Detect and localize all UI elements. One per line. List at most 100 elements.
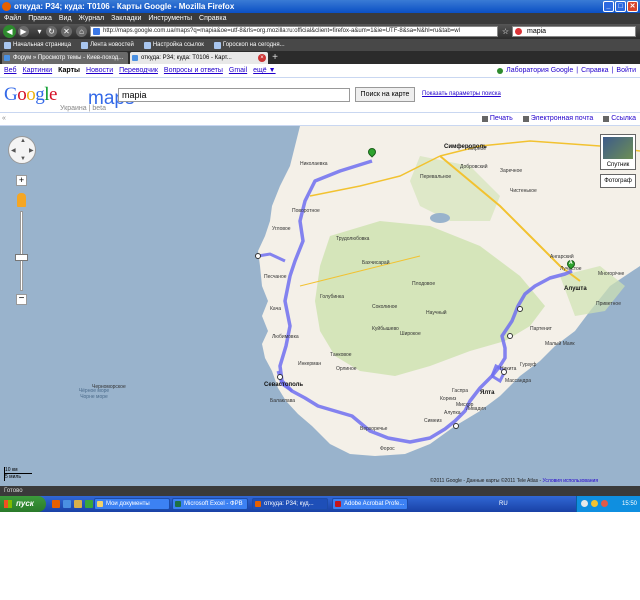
place-label[interactable]: Добровский [460,164,488,170]
place-label[interactable]: Голубинка [320,294,344,300]
bookmark-home[interactable]: Начальная страница [4,39,71,51]
photos-toggle-button[interactable]: Фотограф [600,174,636,188]
place-label[interactable]: Угловое [272,226,291,232]
place-label[interactable]: Куйбышево [372,326,399,332]
minimize-button[interactable]: _ [603,1,614,12]
forward-button[interactable]: ▶ [18,26,29,37]
place-label[interactable]: Николаевка [300,161,328,167]
link-link[interactable]: Ссылка [603,113,636,125]
route-end-marker[interactable]: A [565,258,577,272]
google-maps-logo[interactable]: Google [4,84,57,106]
pan-down-icon[interactable]: ▼ [20,156,26,162]
tab-maps[interactable]: откуда: Р34; куда: Т0106 - Карт... × [130,52,268,64]
place-label[interactable]: Балаклава [270,398,295,404]
browser-search-box[interactable]: mapia [512,26,636,37]
maps-search-input[interactable]: mapia [118,88,350,102]
place-label[interactable]: Соколиное [372,304,397,310]
volume-icon[interactable] [591,500,598,507]
gbar-translate[interactable]: Переводчик [119,64,158,78]
zoom-out-button[interactable]: − [16,294,27,305]
security-icon[interactable] [601,500,608,507]
search-options-link[interactable]: Показать параметры поиска [422,91,501,97]
place-label[interactable]: Кореиз [440,396,456,402]
gbar-help[interactable]: Справка [581,64,608,78]
taskbar-item-firefox[interactable]: откуда: Р34; куд... [252,498,328,510]
tab-close-icon[interactable]: × [258,54,266,62]
place-label[interactable]: Перевальное [420,174,451,180]
place-label[interactable]: Алушта [564,286,587,292]
ie-quicklaunch-icon[interactable] [63,500,71,508]
place-label[interactable]: Партенит [530,326,552,332]
pan-left-icon[interactable]: ◀ [11,147,16,154]
new-tab-button[interactable]: + [270,53,280,63]
pan-right-icon[interactable]: ▶ [29,147,34,154]
place-label[interactable]: Форос [380,446,395,452]
gbar-news[interactable]: Новости [86,64,113,78]
place-label[interactable]: Гаспра [452,388,468,394]
print-link[interactable]: Печать [481,113,513,125]
place-label[interactable]: Севастополь [264,382,303,388]
desktop-quicklaunch-icon[interactable] [74,500,82,508]
email-link[interactable]: Электронная почта [522,113,593,125]
place-label[interactable]: Малый Маяк [545,341,575,347]
zoom-slider-handle[interactable] [15,254,28,261]
place-label[interactable]: Гурзуф [520,362,536,368]
place-label[interactable]: Верхоречье [360,426,387,432]
place-label[interactable]: Поворотное [292,208,320,214]
place-label[interactable]: Ливадия [466,406,486,412]
place-label[interactable]: Приветное [596,301,621,307]
place-label[interactable]: Орлиное [336,366,357,372]
bookmark-horoscope[interactable]: Гороскоп на сегодня... [213,39,285,51]
menu-view[interactable]: Вид [59,13,72,24]
map-canvas[interactable]: Симферополь Севастополь Бахчисарай Ялта … [0,126,640,486]
place-label[interactable]: Никита [500,366,516,372]
place-label[interactable]: Многорічне [598,271,624,277]
gbar-login[interactable]: Войти [616,64,636,78]
place-label[interactable]: Широкое [400,331,421,337]
terms-link[interactable]: Условия использования [543,478,599,484]
gbar-web[interactable]: Веб [4,64,17,78]
gbar-gmail[interactable]: Gmail [229,64,247,78]
menu-file[interactable]: Файл [4,13,21,24]
place-label[interactable]: Алупка [444,410,461,416]
place-label[interactable]: Инкерман [298,361,321,367]
place-label[interactable]: Бахчисарай [362,260,390,266]
taskbar-item-acrobat[interactable]: Adobe Acrobat Profe... [332,498,408,510]
place-label[interactable]: Танковое [330,352,352,358]
menu-bookmarks[interactable]: Закладки [111,13,141,24]
bookmark-news[interactable]: Лента новостей [81,39,134,51]
media-quicklaunch-icon[interactable] [85,500,93,508]
menu-history[interactable]: Журнал [79,13,105,24]
bookmark-settings[interactable]: Настройка ссылок [143,39,204,51]
search-map-button[interactable]: Поиск на карте [355,87,415,102]
place-label[interactable]: Чистенькое [510,188,537,194]
gbar-images[interactable]: Картинки [23,64,53,78]
pan-up-icon[interactable]: ▲ [20,138,26,144]
language-indicator[interactable]: RU [499,496,508,512]
pan-control[interactable]: ▲ ▼ ◀ ▶ [8,136,36,164]
pegman-icon[interactable] [17,193,26,207]
stop-icon[interactable]: ✕ [61,26,72,37]
zoom-slider-track[interactable] [20,211,23,291]
collapse-panel-button[interactable]: « [2,113,6,125]
bookmark-star-icon[interactable]: ☆ [500,26,511,37]
start-button[interactable]: пуск [0,496,46,512]
close-button[interactable]: ✕ [627,1,638,12]
place-label[interactable]: Ялта [480,390,494,396]
url-bar[interactable]: http://maps.google.com.ua/maps?q=mapia&o… [90,26,498,37]
back-button[interactable]: ◀ [3,25,16,38]
menu-help[interactable]: Справка [199,13,226,24]
place-label[interactable]: Плодовое [412,281,435,287]
place-label[interactable]: Мирное [468,146,486,152]
place-label[interactable]: Трудолюбовка [336,236,369,242]
maximize-button[interactable]: □ [615,1,626,12]
place-label[interactable]: Научный [426,310,447,316]
menu-tools[interactable]: Инструменты [148,13,192,24]
gbar-labs[interactable]: Лаборатория Google [506,64,573,78]
home-icon[interactable]: ⌂ [76,26,87,37]
dropdown-arrow-icon[interactable]: ▾ [34,26,45,37]
place-label[interactable]: Песчаное [264,274,287,280]
place-label[interactable]: Кача [270,306,281,312]
place-label[interactable]: Заречное [500,168,522,174]
zoom-in-button[interactable]: + [16,175,27,186]
